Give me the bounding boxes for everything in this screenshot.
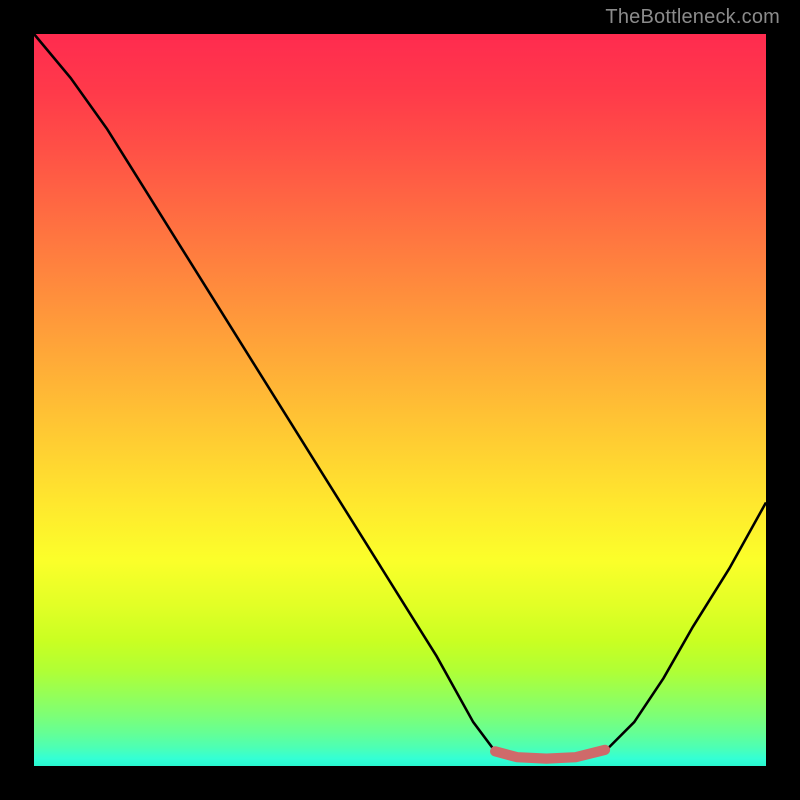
flat-bottom-highlight	[495, 750, 605, 759]
chart-container: TheBottleneck.com	[0, 0, 800, 800]
curve-svg	[34, 34, 766, 766]
plot-area	[34, 34, 766, 766]
watermark-text: TheBottleneck.com	[605, 6, 780, 29]
bottleneck-curve	[34, 34, 766, 759]
